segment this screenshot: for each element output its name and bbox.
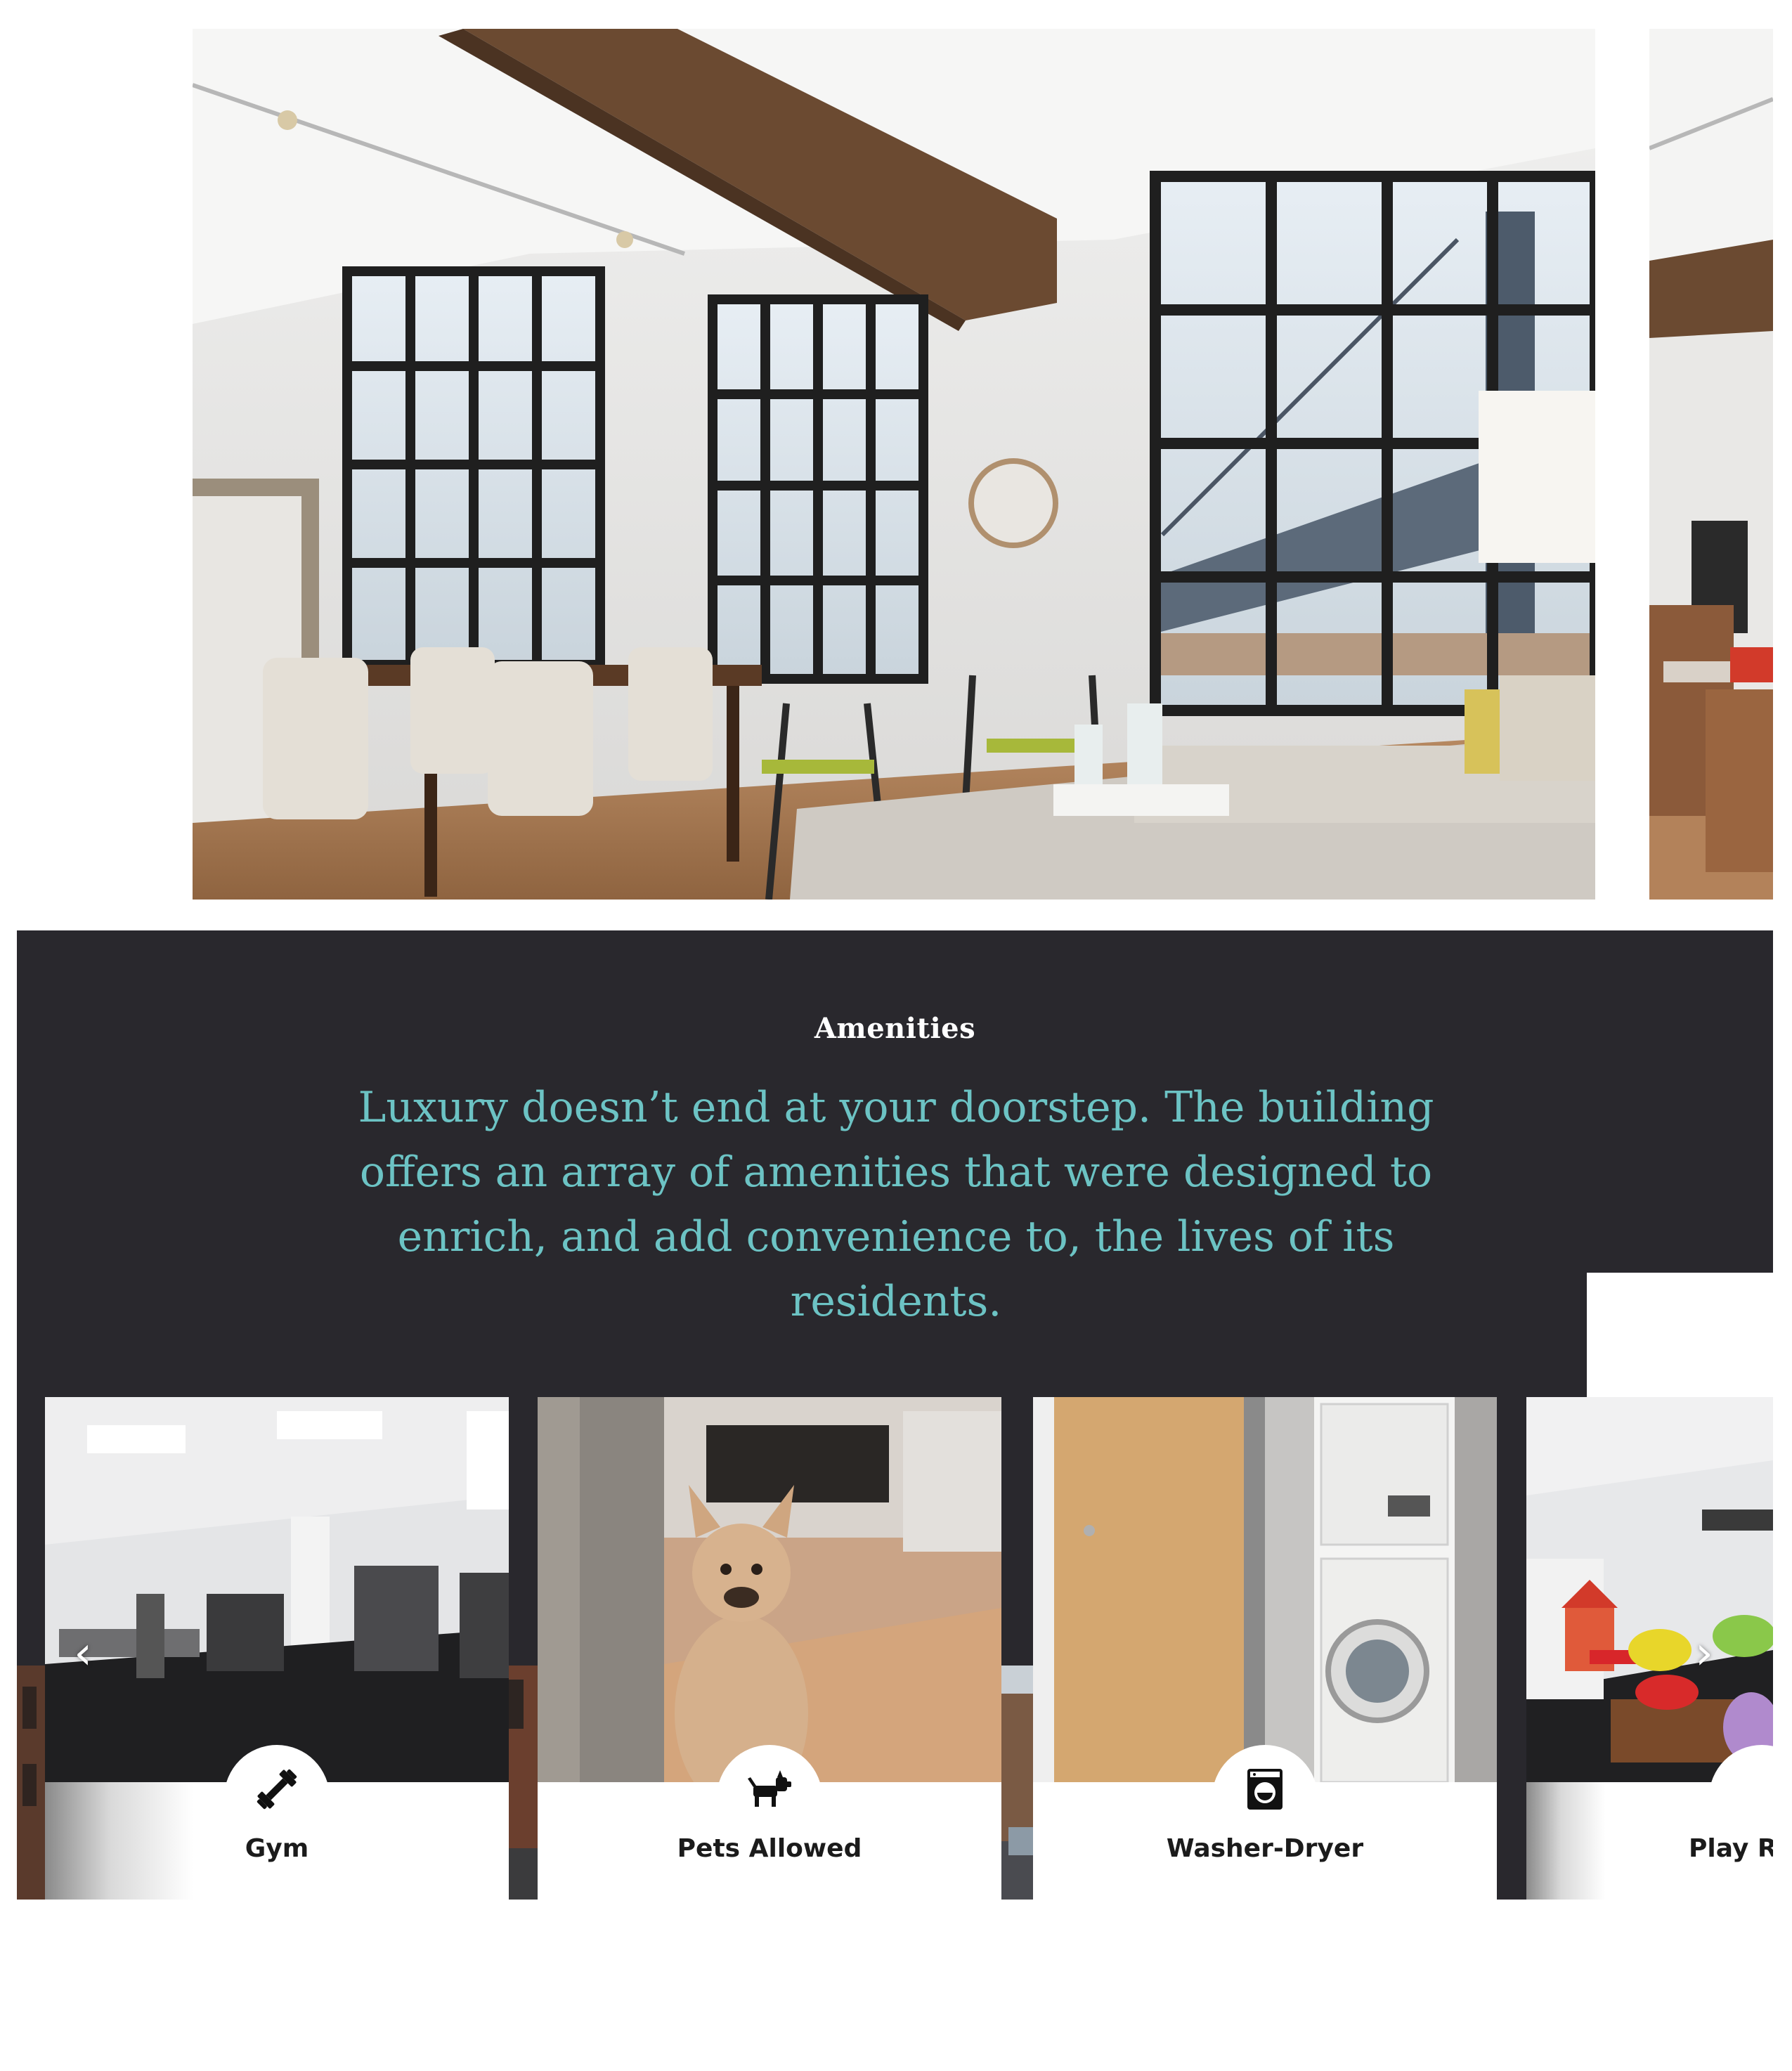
gallery-main-photo <box>193 29 1595 900</box>
amenity-label: Washer-Dryer <box>1166 1834 1364 1863</box>
amenity-label: Gym <box>245 1834 309 1863</box>
amenity-card-washer-dryer[interactable]: Washer-Dryer <box>1033 1397 1497 1900</box>
amenities-heading: Amenities <box>814 1012 976 1045</box>
dog-photo <box>538 1397 1001 1782</box>
carousel-next-arrow[interactable]: › <box>1683 1629 1725 1678</box>
carousel-prev-arrow[interactable]: ‹ <box>62 1629 104 1678</box>
band-notch <box>1587 1273 1773 1399</box>
amenities-intro: Luxury doesn’t end at your doorstep. The… <box>358 1083 1434 1326</box>
laundry-photo <box>1033 1397 1497 1782</box>
gym-photo <box>45 1397 509 1782</box>
amenity-card-gym[interactable]: Gym <box>45 1397 509 1900</box>
amenity-card-pets-allowed[interactable]: Pets Allowed <box>538 1397 1001 1900</box>
amenity-label: Play Ro <box>1689 1834 1773 1863</box>
street-photo-fragment <box>17 1666 45 1900</box>
gallery-next-photo[interactable] <box>1649 29 1773 900</box>
amenity-label: Pets Allowed <box>677 1834 862 1863</box>
amenity-card-play-room[interactable]: Play Ro <box>1526 1397 1773 1900</box>
play-room-photo <box>1526 1397 1773 1782</box>
